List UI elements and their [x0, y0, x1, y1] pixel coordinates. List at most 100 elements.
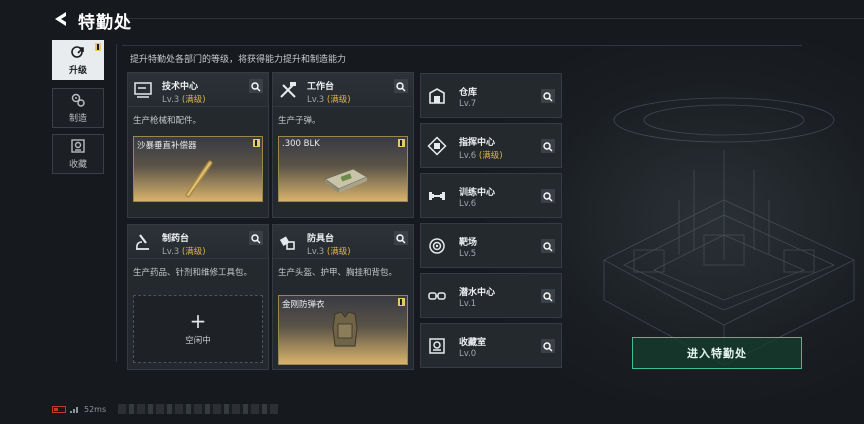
ammo-box-image: [323, 168, 369, 193]
vault-icon: [429, 338, 445, 354]
body-armor-image: [332, 311, 358, 347]
card-title: 指挥中心: [459, 138, 496, 148]
card-description: 生产头盔、护甲、胸挂和背包。: [278, 268, 398, 278]
notice-badge: [398, 139, 405, 147]
inspect-button[interactable]: [541, 139, 555, 153]
max-level-tag: (满级): [326, 247, 351, 257]
card-description: 生产子弹。: [278, 116, 321, 126]
notice-badge: [253, 139, 260, 147]
tab-craft[interactable]: 制造: [52, 88, 104, 128]
inspect-button[interactable]: [541, 339, 555, 353]
card-level: Lv.3 (满级): [307, 247, 351, 257]
plus-icon: +: [189, 309, 207, 333]
blurred-user-id: [118, 404, 278, 414]
max-level-tag: (满级): [326, 95, 351, 105]
workshop-card-armor-bench[interactable]: 防具台 Lv.3 (满级) 生产头盔、护甲、胸挂和背包。 金刚防弹衣: [272, 224, 414, 370]
max-level-tag: (满级): [478, 151, 503, 161]
target-icon: [429, 238, 445, 254]
workshop-card-workbench[interactable]: 工作台 Lv.3 (满级) 生产子弹。 .300 BLK: [272, 72, 414, 218]
card-level: Lv.3 (满级): [307, 95, 351, 105]
workshop-card-pharmacy[interactable]: 制药台 Lv.3 (满级) 生产药品、针剂和维修工具包。 + 空闲中: [127, 224, 269, 370]
search-icon: [543, 342, 553, 352]
facility-card-training-center[interactable]: 训练中心 Lv.6: [420, 173, 562, 218]
header-divider: [128, 18, 864, 19]
card-title: 靶场: [459, 238, 478, 248]
inspect-button[interactable]: [394, 79, 408, 93]
page-subtitle: 提升特勤处各部门的等级，将获得能力提升和制造能力: [130, 55, 347, 65]
card-title: 收藏室: [459, 338, 487, 348]
card-level: Lv.6 (满级): [459, 151, 503, 161]
card-title: 制药台: [162, 234, 190, 244]
card-level: Lv.5: [459, 249, 477, 259]
idle-label: 空闲中: [185, 336, 211, 346]
card-title: 技术中心: [162, 82, 199, 92]
search-icon: [251, 234, 261, 244]
idle-slot[interactable]: + 空闲中: [133, 295, 263, 363]
compensator-item-image: [185, 160, 213, 198]
search-icon: [543, 92, 553, 102]
card-title: 训练中心: [459, 188, 496, 198]
warehouse-icon: [429, 88, 445, 104]
page-title: 特勤处: [78, 13, 132, 33]
card-level: Lv.0: [459, 349, 477, 359]
workshop-card-tech-center[interactable]: 技术中心 Lv.3 (满级) 生产枪械和配件。 沙暴垂直补偿器: [127, 72, 269, 218]
card-title: 潜水中心: [459, 288, 496, 298]
search-icon: [543, 292, 553, 302]
computer-icon: [134, 82, 152, 98]
slot-item-name: .300 BLK: [282, 139, 320, 149]
tab-label: 收藏: [68, 160, 87, 170]
card-header: 制药台 Lv.3 (满级): [128, 225, 268, 259]
goggles-icon: [428, 292, 446, 300]
max-level-tag: (满级): [181, 95, 206, 105]
inspect-button[interactable]: [394, 231, 408, 245]
search-icon: [543, 142, 553, 152]
facility-card-diving-center[interactable]: 潜水中心 Lv.1: [420, 273, 562, 318]
inspect-button[interactable]: [249, 231, 263, 245]
facility-card-shooting-range[interactable]: 靶场 Lv.5: [420, 223, 562, 268]
upgrade-icon: [71, 46, 84, 58]
collection-icon: [71, 139, 85, 153]
command-icon: [427, 136, 447, 156]
inspect-button[interactable]: [541, 89, 555, 103]
production-slot[interactable]: 沙暴垂直补偿器: [133, 136, 263, 202]
card-header: 技术中心 Lv.3 (满级): [128, 73, 268, 107]
search-icon: [543, 192, 553, 202]
facility-card-warehouse[interactable]: 仓库 Lv.7: [420, 73, 562, 118]
inspect-button[interactable]: [541, 239, 555, 253]
sidebar-divider: [116, 44, 117, 362]
tab-upgrade[interactable]: 升级: [52, 40, 104, 80]
search-icon: [396, 234, 406, 244]
card-level: Lv.7: [459, 99, 477, 109]
card-level: Lv.3 (满级): [162, 247, 206, 257]
tab-collection[interactable]: 收藏: [52, 134, 104, 174]
card-level: Lv.6: [459, 199, 477, 209]
card-description: 生产枪械和配件。: [133, 116, 202, 126]
inspect-button[interactable]: [541, 189, 555, 203]
battery-icon: [52, 406, 66, 413]
notice-badge: [398, 298, 405, 306]
ping-readout: 52ms: [84, 405, 107, 414]
facility-card-command-center[interactable]: 指挥中心 Lv.6 (满级): [420, 123, 562, 168]
microscope-icon: [136, 234, 149, 250]
notice-badge: [95, 43, 101, 51]
enter-facility-button[interactable]: 进入特勤处: [632, 337, 802, 369]
back-arrow-icon[interactable]: [52, 10, 68, 28]
production-slot[interactable]: .300 BLK: [278, 136, 408, 202]
card-title: 防具台: [307, 234, 335, 244]
tab-label: 升级: [68, 66, 87, 76]
tab-label: 制造: [68, 114, 87, 124]
signal-icon: [70, 407, 78, 413]
subtitle-divider: [122, 45, 802, 46]
card-title: 仓库: [459, 88, 478, 98]
inspect-button[interactable]: [249, 79, 263, 93]
card-level: Lv.3 (满级): [162, 95, 206, 105]
facility-card-collection-room[interactable]: 收藏室 Lv.0: [420, 323, 562, 368]
inspect-button[interactable]: [541, 289, 555, 303]
production-slot[interactable]: 金刚防弹衣: [278, 295, 408, 365]
status-bar: 52ms: [52, 405, 106, 414]
search-icon: [396, 82, 406, 92]
card-header: 防具台 Lv.3 (满级): [273, 225, 413, 259]
armor-icon: [279, 236, 295, 250]
gears-icon: [71, 93, 85, 107]
slot-item-name: 沙暴垂直补偿器: [137, 141, 197, 151]
